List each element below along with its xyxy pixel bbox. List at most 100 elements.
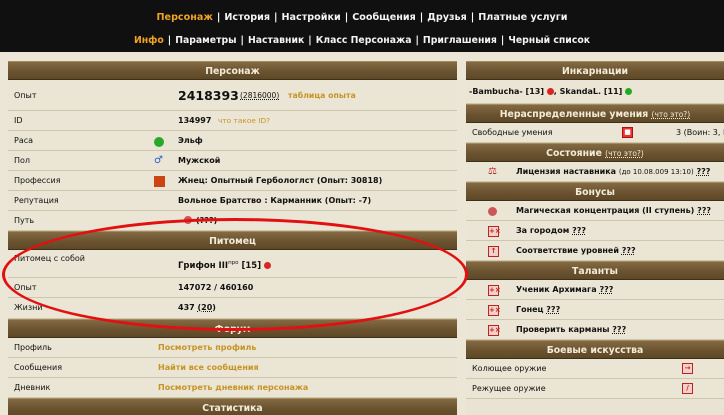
pet-label: Питомец с собой [14, 254, 85, 263]
talent-plus-icon: +× [488, 285, 501, 296]
bonus-row-3: ↑ Соответствие уровней ??? [466, 241, 724, 261]
menu-settings[interactable]: Настройки [282, 12, 341, 23]
state-item: Лицензия наставника (до 10.08.009 13:10)… [516, 167, 711, 176]
combat-2-label: Режущее оружие [472, 384, 546, 393]
incarnation-2-name[interactable]: SkandaL. [560, 87, 601, 96]
section-header-combat: Боевые искусства [466, 340, 724, 359]
arrow-up-icon: ↑ [488, 246, 499, 257]
path-row: Путь (???) [8, 211, 457, 231]
pet-exp-label: Опыт [14, 283, 37, 292]
section-header-incarnations: Инкарнации [466, 61, 724, 80]
elf-icon [154, 137, 164, 147]
tab-blacklist[interactable]: Черный список [508, 35, 590, 46]
section-header-stats: Статистика [8, 398, 457, 415]
free-skills-label: Свободные умения [472, 128, 553, 137]
pet-row: Питомец с собой Грифон IIIпро [15] [8, 250, 457, 278]
state-help-link[interactable]: (что это?) [605, 149, 644, 158]
forum-row-diary: Дневник Посмотреть дневник персонажа [8, 378, 457, 398]
main-menu: Персонаж | История | Настройки | Сообщения | Дру… [156, 12, 568, 23]
race-value: Эльф [178, 136, 203, 145]
section-header-bonuses: Бонусы [466, 182, 724, 201]
exp-row: Опыт 2418393 (2816000) таблица опыта [8, 80, 457, 111]
forum-messages-link[interactable]: Найти все сообщения [158, 358, 259, 378]
menu-character[interactable]: Персонаж [157, 12, 213, 23]
pet-exp-value: 147072 / 460160 [178, 283, 254, 292]
path-label: Путь [14, 216, 35, 225]
bonus-row-2: +× За городом ??? [466, 221, 724, 241]
combat-1-label: Колющее оружие [472, 364, 547, 373]
tab-invites[interactable]: Приглашения [423, 35, 497, 46]
id-help-link[interactable]: что такое ID? [218, 111, 270, 131]
pet-life-label: Жизни [14, 303, 43, 312]
forum-messages-label: Сообщения [14, 363, 63, 372]
combat-row-2: Режущее оружие / [466, 379, 724, 399]
pierce-icon[interactable]: → [682, 363, 693, 374]
online-icon [625, 88, 633, 95]
incarnations-row: -Bambucha- [13] , SkandaL. [11] [466, 80, 724, 104]
menu-friends[interactable]: Друзья [427, 12, 466, 23]
talent-3: Проверить карманы ??? [516, 325, 627, 334]
section-header-character: Персонаж [8, 61, 457, 80]
sex-label: Пол [14, 156, 31, 165]
id-value: 134997 [178, 116, 212, 125]
forum-profile-link[interactable]: Посмотреть профиль [158, 338, 256, 358]
profession-label: Профессия [14, 176, 61, 185]
bonus-plus-icon: +× [488, 226, 501, 237]
tab-params[interactable]: Параметры [175, 35, 236, 46]
exp-value: 2418393 [178, 88, 239, 103]
tab-info[interactable]: Инфо [134, 35, 164, 46]
id-label: ID [14, 116, 23, 125]
tab-mentor[interactable]: Наставник [248, 35, 304, 46]
talent-1: Ученик Архимага ??? [516, 285, 614, 294]
race-label: Раса [14, 136, 34, 145]
race-row: Раса Эльф [8, 131, 457, 151]
scales-icon: ⚖ [488, 166, 497, 177]
forum-diary-link[interactable]: Посмотреть дневник персонажа [158, 378, 308, 398]
bonus-row-1: Магическая концентрация (II ступень) ??? [466, 201, 724, 221]
profession-row: Профессия Жнец: Опытный Гербологлст (Опы… [8, 171, 457, 191]
sex-row: Пол ♂ Мужской [8, 151, 457, 171]
menu-paid-services[interactable]: Платные услуги [478, 12, 567, 23]
reputation-label: Репутация [14, 196, 59, 205]
reaper-icon [154, 176, 165, 187]
exp-label: Опыт [14, 91, 37, 100]
sub-menu: Инфо | Параметры | Наставник | Класс Персонажа… [133, 35, 591, 46]
reputation-row: Репутация Вольное Братство : Карманник (… [8, 191, 457, 211]
pet-name[interactable]: Грифон IIIпро [15] [178, 256, 272, 273]
section-header-forum: Форум [8, 319, 457, 338]
menu-history[interactable]: История [224, 12, 270, 23]
bonus-1: Магическая концентрация (II ступень) ??? [516, 206, 712, 215]
character-panel: Персонаж Опыт 2418393 (2816000) таблица … [8, 61, 457, 415]
path-icon [184, 216, 192, 224]
profession-value: Жнец: Опытный Гербологлст (Опыт: 30818) [178, 176, 383, 185]
skills-icon[interactable]: ■ [622, 127, 633, 138]
state-row: ⚖ Лицензия наставника (до 10.08.009 13:1… [466, 162, 724, 182]
reputation-value: Вольное Братство : Карманник (Опыт: -7) [178, 196, 372, 205]
menu-messages[interactable]: Сообщения [352, 12, 416, 23]
talent-row-1: +× Ученик Архимага ??? [466, 280, 724, 300]
talent-plus-icon: +× [488, 325, 501, 336]
forum-diary-label: Дневник [14, 383, 51, 392]
id-row: ID 134997 что такое ID? [8, 111, 457, 131]
section-header-skills: Нераспределенные умения (что это?) [466, 104, 724, 123]
path-value: (???) [184, 211, 217, 231]
info-icon[interactable] [546, 88, 554, 95]
tab-class[interactable]: Класс Персонажа [316, 35, 412, 46]
concentration-icon [488, 207, 497, 216]
combat-row-1: Колющее оружие → [466, 359, 724, 379]
exp-table-link[interactable]: таблица опыта [288, 80, 356, 111]
pet-exp-row: Опыт 147072 / 460160 [8, 278, 457, 298]
forum-row-messages: Сообщения Найти все сообщения [8, 358, 457, 378]
pet-life-row: Жизни 437 (20) [8, 298, 457, 319]
section-header-pet: Питомец [8, 231, 457, 250]
incarnations-list: -Bambucha- [13] , SkandaL. [11] [469, 80, 633, 104]
skills-help-link[interactable]: (что это?) [652, 110, 691, 119]
sex-value: Мужской [178, 156, 221, 165]
incarnation-1-name[interactable]: -Bambucha- [469, 87, 523, 96]
pet-life-value: 437 (20) [178, 303, 216, 312]
talent-2: Гонец ??? [516, 305, 561, 314]
talent-plus-icon: +× [488, 305, 501, 316]
bonus-2: За городом ??? [516, 226, 586, 235]
section-header-state: Состояние (что это?) [466, 143, 724, 162]
slash-icon[interactable]: / [682, 383, 693, 394]
